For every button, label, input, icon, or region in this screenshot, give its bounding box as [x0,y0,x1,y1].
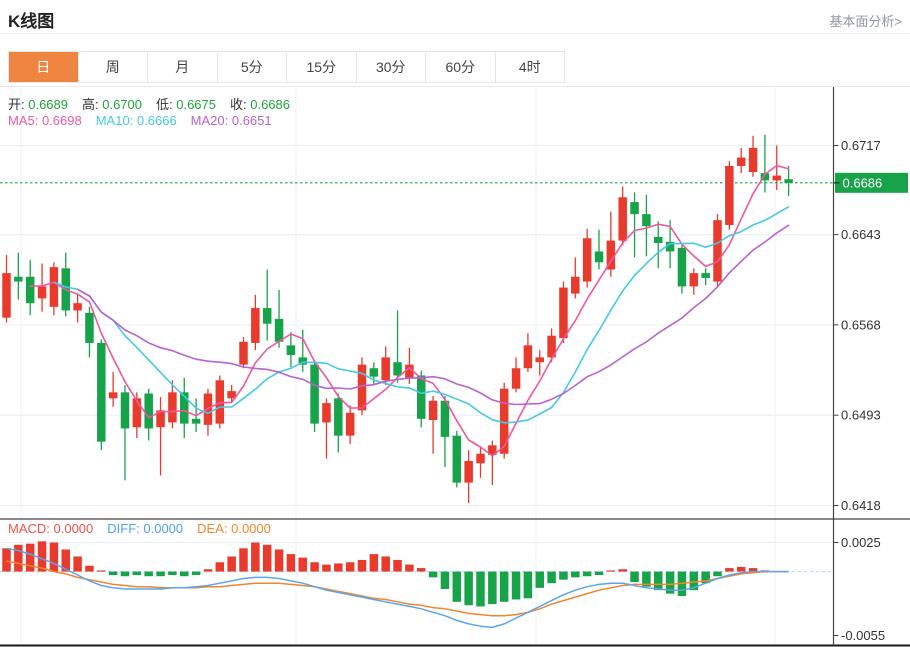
ohlc-legend: 开: 0.6689 高: 0.6700 低: 0.6675 收: 0.6686 [8,94,290,113]
current-price-tag-label: 0.6686 [843,175,883,190]
macd-legend: MACD: 0.0000 DIFF: 0.0000 DEA: 0.0000 [8,521,271,536]
y-tick-label: -0.0055 [841,628,885,643]
ma-legend: MA5: 0.6698 MA10: 0.6666 MA20: 0.6651 [8,113,272,128]
legend-item: MACD: 0.0000 [8,521,94,536]
page-title: K线图 [8,12,55,31]
legend-item: DEA: 0.0000 [197,521,271,536]
fundamental-analysis-link[interactable]: 基本面分析> [829,11,902,30]
y-tick-label: 0.6418 [841,498,881,513]
y-tick-label: 0.6568 [841,317,881,332]
legend-item: MA5: 0.6698 [8,113,82,128]
legend-item: 高: 0.6700 [82,97,142,112]
y-tick-label: 0.6493 [841,408,881,423]
y-tick-label: 0.6643 [841,227,881,242]
candlestick-layer [2,134,793,504]
period-tab-15分[interactable]: 15分 [287,52,357,82]
kline-widget: 0.6717 0.6643 0.6568 0.6493 0.6418 0.0025 -0.0… [0,0,910,647]
period-tab-30分[interactable]: 30分 [356,52,426,82]
axis-layer [0,86,910,647]
period-tabbar: 日周月 5分 15分 30分 60分 4时 [8,51,565,83]
period-tab-日[interactable]: 日 [9,52,79,82]
header-divider [0,33,910,34]
legend-item: DIFF: 0.0000 [107,521,184,536]
legend-item: 低: 0.6675 [156,97,216,112]
y-axis-labels: 0.6717 0.6643 0.6568 0.6493 0.6418 0.0025 -0.0… [833,138,885,643]
period-tab-4时[interactable]: 4时 [495,52,564,82]
y-tick-label: 0.0025 [841,535,881,550]
ma-lines-layer [29,164,790,457]
chart-top-border [0,86,910,87]
grid-layer [0,86,834,646]
y-tick-label: 0.6717 [841,138,881,153]
legend-item: 开: 0.6689 [8,97,68,112]
legend-item: MA10: 0.6666 [95,113,177,128]
period-tab-周[interactable]: 周 [78,52,148,82]
legend-item: 收: 0.6686 [230,97,290,112]
period-tab-5分[interactable]: 5分 [217,52,287,82]
macd-layer [0,541,834,629]
period-tab-月[interactable]: 月 [148,52,218,82]
current-price-tag: 0.6686 [833,172,908,193]
period-tab-60分[interactable]: 60分 [426,52,496,82]
legend-item: MA20: 0.6651 [190,113,272,128]
